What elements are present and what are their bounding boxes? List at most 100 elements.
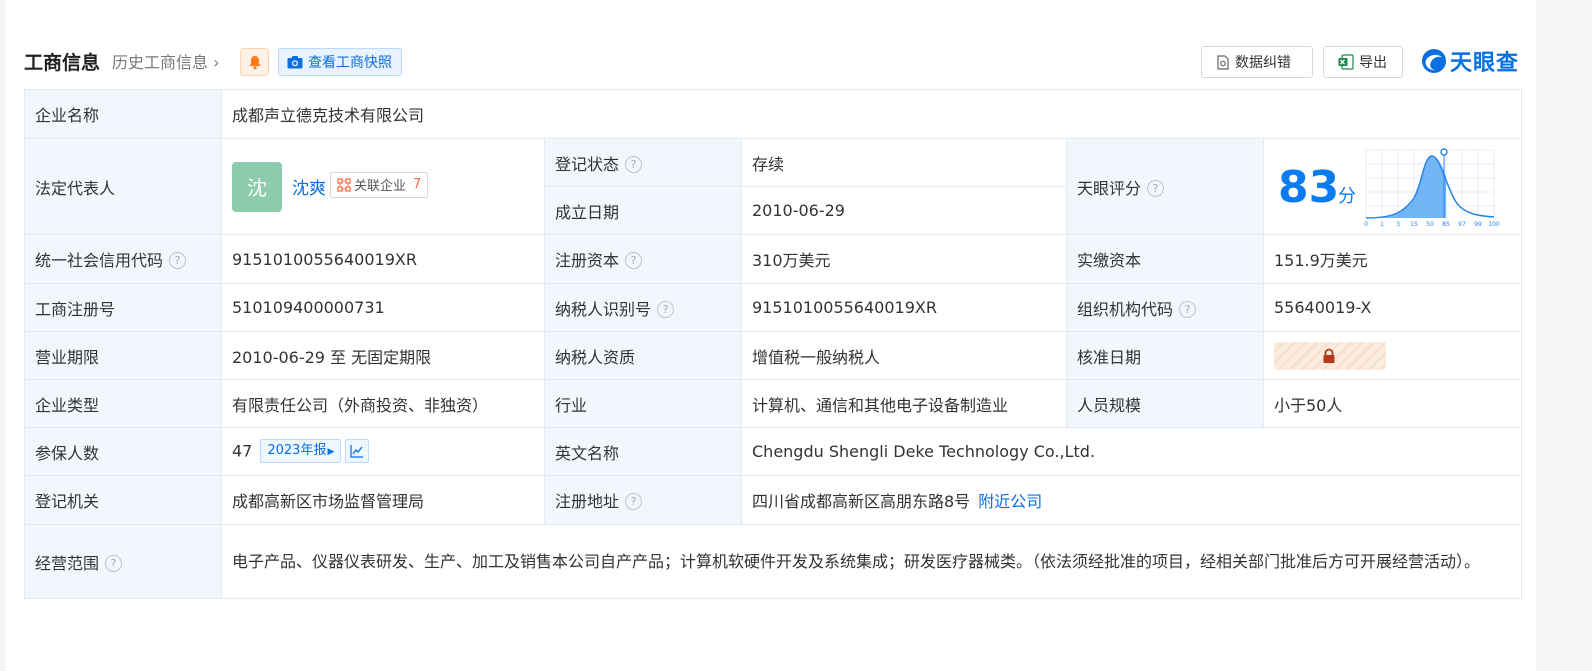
score-tick-label: 50: [1426, 221, 1434, 228]
related-companies-label: 关联企业: [354, 179, 407, 194]
business-scope-label: 经营范围?: [24, 524, 222, 599]
score-tick-label: 0: [1364, 221, 1368, 228]
staff-size-label: 人员规模: [1066, 379, 1264, 428]
tianyan-score-label-text: 天眼评分: [1077, 178, 1142, 198]
reg-authority-label: 登记机关: [24, 475, 222, 525]
locked-value[interactable]: [1274, 341, 1386, 370]
insured-cell: 47 2023年报▶: [221, 427, 545, 476]
score-tick-label: 97: [1458, 221, 1466, 228]
annual-report-tag[interactable]: 2023年报▶: [260, 438, 342, 463]
caret-right-icon: ▶: [327, 446, 335, 457]
reg-address-label: 注册地址?: [544, 475, 742, 525]
network-icon: [337, 177, 351, 192]
score-distribution-chart: 0 1 3 15 50 85 97 99 100: [1364, 147, 1500, 228]
company-type-label: 企业类型: [24, 379, 222, 428]
score-tick-label: 99: [1474, 221, 1482, 228]
table-row: 统一社会信用代码? 9151010055640019XR 注册资本? 310万美…: [24, 234, 1523, 284]
help-icon[interactable]: ?: [625, 155, 643, 173]
industry-value: 计算机、通信和其他电子设备制造业: [741, 379, 1067, 428]
org-code-value: 55640019-X: [1262, 283, 1523, 332]
tianyancha-logo: 天眼查: [1421, 46, 1519, 76]
history-info-label: 历史工商信息: [112, 53, 209, 72]
help-icon[interactable]: ?: [657, 300, 675, 318]
score-tick-label: 15: [1410, 221, 1418, 228]
score-tick-label: 3: [1396, 221, 1400, 228]
help-icon[interactable]: ?: [625, 252, 643, 269]
credit-code-value: 9151010055640019XR: [221, 234, 545, 284]
legal-rep-cell: 沈 沈爽 关联企业 7: [221, 138, 545, 235]
table-row: 企业名称 成都声立德克技术有限公司: [24, 89, 1523, 139]
snapshot-button[interactable]: 查看工商快照: [278, 48, 402, 76]
found-date-value: 2010-06-29: [741, 186, 1067, 235]
help-icon[interactable]: ?: [105, 554, 123, 572]
score-unit: 分: [1338, 185, 1356, 207]
help-icon[interactable]: ?: [1179, 300, 1197, 318]
business-info-table: 企业名称 成都声立德克技术有限公司 法定代表人 沈 沈爽 关联企业 7 登记状态…: [24, 89, 1523, 599]
table-row: 企业类型 有限责任公司（外商投资、非独资） 行业 计算机、通信和其他电子设备制造…: [24, 379, 1523, 428]
help-icon[interactable]: ?: [625, 493, 643, 510]
business-scope-value: 电子产品、仪器仪表研发、生产、加工及销售本公司自产产品；计算机软硬件开发及系统集…: [220, 524, 1523, 599]
trend-chart-button[interactable]: [345, 438, 370, 463]
paid-capital-label: 实缴资本: [1066, 234, 1264, 284]
insured-label: 参保人数: [24, 427, 222, 476]
bell-icon: [249, 55, 260, 69]
table-row: 工商注册号 510109400000731 纳税人识别号? 9151010055…: [24, 283, 1523, 332]
company-type-value: 有限责任公司（外商投资、非独资）: [221, 379, 545, 428]
reg-address-label-text: 注册地址: [555, 492, 620, 511]
reg-no-label: 工商注册号: [24, 283, 222, 332]
excel-icon: [1338, 54, 1354, 70]
credit-code-label: 统一社会信用代码?: [24, 234, 222, 284]
tianyan-score-cell[interactable]: 83 分 0 1 3 15 50 85 97 99 100: [1262, 138, 1523, 235]
reg-status-value: 存续: [741, 138, 1067, 187]
history-info-link[interactable]: 历史工商信息 ›: [112, 49, 220, 73]
lock-icon: [1323, 348, 1335, 363]
reg-address-value: 四川省成都高新区高朋东路8号: [752, 492, 971, 511]
annual-report-label: 2023年报: [267, 442, 327, 458]
snapshot-label: 查看工商快照: [308, 55, 392, 71]
tianyan-score-label: 天眼评分?: [1066, 138, 1264, 235]
reg-authority-value: 成都高新区市场监督管理局: [221, 475, 545, 525]
score-number: 83: [1278, 161, 1340, 213]
nearby-companies-link[interactable]: 附近公司: [978, 492, 1042, 511]
reg-no-value: 510109400000731: [221, 283, 545, 332]
line-chart-icon: [350, 444, 364, 458]
table-row: 法定代表人 沈 沈爽 关联企业 7 登记状态? 存续 天眼评分? 83 分 0 …: [24, 138, 1523, 235]
taxpayer-id-label: 纳税人识别号?: [544, 283, 742, 332]
tianyancha-logo-icon: [1422, 49, 1446, 73]
score-tick-label: 100: [1488, 221, 1500, 228]
table-row: 登记机关 成都高新区市场监督管理局 注册地址? 四川省成都高新区高朋东路8号 附近…: [24, 475, 1523, 525]
score-tick-label: 85: [1442, 221, 1450, 228]
avatar[interactable]: 沈: [232, 161, 282, 212]
taxpayer-qual-label: 纳税人资质: [544, 331, 742, 380]
table-row: 营业期限 2010-06-29 至 无固定期限 纳税人资质 增值税一般纳税人 核…: [24, 331, 1523, 380]
credit-code-label-text: 统一社会信用代码: [35, 251, 164, 270]
help-icon[interactable]: ?: [1147, 179, 1165, 197]
reg-capital-label: 注册资本?: [544, 234, 742, 284]
reg-capital-label-text: 注册资本: [555, 251, 620, 270]
reg-capital-value: 310万美元: [741, 234, 1067, 284]
data-correction-label: 数据纠错: [1235, 55, 1291, 71]
business-term-value: 2010-06-29 至 无固定期限: [221, 331, 545, 380]
help-icon[interactable]: ?: [169, 252, 187, 269]
approval-date-label: 核准日期: [1066, 331, 1264, 380]
industry-label: 行业: [544, 379, 742, 428]
related-companies-tag[interactable]: 关联企业 7: [330, 171, 429, 198]
score-tick-label: 1: [1380, 221, 1384, 228]
taxpayer-id-value: 9151010055640019XR: [741, 283, 1067, 332]
export-label: 导出: [1359, 55, 1387, 71]
table-row: 经营范围? 电子产品、仪器仪表研发、生产、加工及销售本公司自产产品；计算机软硬件…: [24, 524, 1523, 599]
camera-icon: [287, 56, 303, 69]
monitor-bell-button[interactable]: [240, 48, 269, 76]
business-term-label: 营业期限: [24, 331, 222, 380]
taxpayer-qual-value: 增值税一般纳税人: [741, 331, 1067, 380]
logo-text: 天眼查: [1450, 51, 1520, 76]
export-button[interactable]: 导出: [1323, 46, 1403, 78]
org-code-label-text: 组织机构代码: [1077, 299, 1174, 319]
staff-size-value: 小于50人: [1262, 379, 1523, 428]
legal-rep-name-link[interactable]: 沈爽: [292, 174, 326, 199]
org-code-label: 组织机构代码?: [1066, 283, 1264, 332]
reg-status-label: 登记状态?: [544, 138, 742, 187]
reg-address-cell: 四川省成都高新区高朋东路8号 附近公司: [740, 475, 1523, 525]
english-name-value: Chengdu Shengli Deke Technology Co.,Ltd.: [740, 427, 1523, 476]
data-correction-button[interactable]: 数据纠错: [1201, 46, 1313, 78]
